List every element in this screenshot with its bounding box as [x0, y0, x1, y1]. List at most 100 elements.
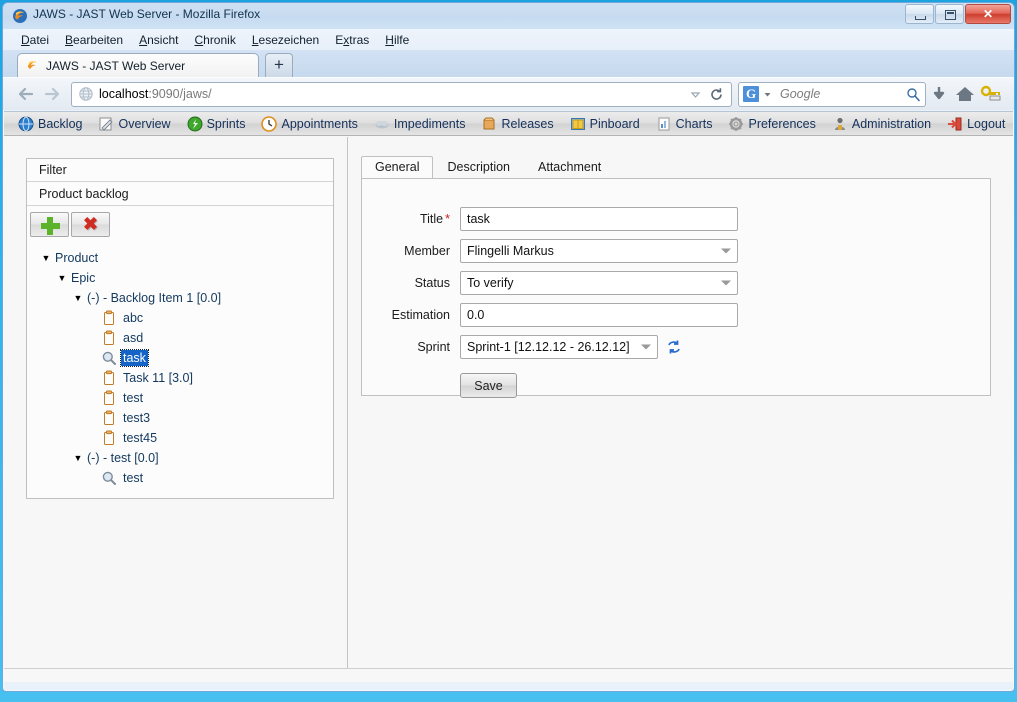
form-tabs: General Description Attachment [361, 155, 991, 178]
tree-node[interactable]: abc [33, 308, 333, 328]
downloads-button[interactable] [926, 82, 952, 106]
menu-bearbeiten[interactable]: Bearbeiten [57, 33, 131, 47]
dropdown-icon[interactable] [689, 88, 702, 101]
clipboard-icon [101, 430, 117, 446]
tab-attachment[interactable]: Attachment [524, 156, 615, 179]
tree-node-label: (-) - Backlog Item 1 [0.0] [85, 290, 223, 306]
content-bottom-border [4, 668, 1013, 669]
minimize-button[interactable] [905, 4, 934, 24]
nav-item-administration[interactable]: Administration [832, 116, 931, 132]
nav-item-sprints[interactable]: Sprints [187, 116, 246, 132]
title-bar: JAWS - JAST Web Server - Mozilla Firefox… [3, 3, 1014, 29]
tree-node-label: test45 [121, 430, 159, 446]
tree-node[interactable]: ▼Epic [33, 268, 333, 288]
expander-arrow-icon[interactable]: ▼ [71, 454, 85, 463]
content-columns: Filter Product backlog ✖ ▼Product▼Epic▼(… [4, 137, 1013, 682]
tree-node[interactable]: test45 [33, 428, 333, 448]
tree-node[interactable]: test [33, 468, 333, 488]
product-backlog-label: Product backlog [27, 182, 333, 206]
status-label: Status [362, 276, 450, 290]
menu-ansicht[interactable]: Ansicht [131, 33, 186, 47]
tree-node-label: Epic [69, 270, 97, 286]
search-engine-dropdown-icon[interactable] [763, 90, 772, 99]
tree-node[interactable]: ▼(-) - test [0.0] [33, 448, 333, 468]
tree-node[interactable]: test3 [33, 408, 333, 428]
title-input[interactable]: task [460, 207, 738, 231]
package-box-icon [481, 116, 497, 132]
globe-blue-icon [18, 116, 34, 132]
refresh-icon[interactable] [666, 339, 682, 355]
tree-node[interactable]: test [33, 388, 333, 408]
search-input[interactable]: Google [780, 87, 820, 101]
tree-node-label: task [121, 350, 148, 366]
nav-item-pinboard[interactable]: Pinboard [570, 116, 640, 132]
chevron-down-icon [721, 249, 731, 254]
reload-icon[interactable] [709, 87, 724, 102]
tree-node-label: (-) - test [0.0] [85, 450, 161, 466]
tab-description[interactable]: Description [433, 156, 524, 179]
add-item-button[interactable] [30, 212, 69, 237]
nav-item-overview[interactable]: Overview [98, 116, 170, 132]
tree-node[interactable]: task [33, 348, 333, 368]
nav-item-logout[interactable]: Logout [947, 116, 1005, 132]
nav-label-appointments: Appointments [281, 117, 357, 131]
expander-arrow-icon[interactable]: ▼ [39, 254, 53, 263]
nav-label-logout: Logout [967, 117, 1005, 131]
expander-arrow-icon[interactable]: ▼ [55, 274, 69, 283]
new-tab-button[interactable]: + [265, 53, 293, 77]
cloud-storm-icon [374, 116, 390, 132]
tree-node-label: Task 11 [3.0] [121, 370, 195, 386]
url-text: localhost:9090/jaws/ [99, 87, 212, 101]
nav-item-charts[interactable]: Charts [656, 116, 713, 132]
window-controls: ✕ [904, 4, 1011, 24]
forward-button[interactable] [39, 82, 65, 106]
search-bar[interactable]: G Google [738, 82, 926, 107]
url-bar-actions [689, 87, 727, 102]
tree-node[interactable]: ▼Product [33, 248, 333, 268]
nav-item-preferences[interactable]: Preferences [728, 116, 815, 132]
form-row-title: Title* task [362, 207, 990, 231]
delete-item-button[interactable]: ✖ [71, 212, 110, 237]
sprint-select[interactable]: Sprint-1 [12.12.12 - 26.12.12] [460, 335, 658, 359]
maximize-button[interactable] [935, 4, 964, 24]
status-select[interactable]: To verify [460, 271, 738, 295]
nav-item-appointments[interactable]: Appointments [261, 116, 357, 132]
tree-node[interactable]: Task 11 [3.0] [33, 368, 333, 388]
back-button[interactable] [13, 82, 39, 106]
navigation-toolbar: localhost:9090/jaws/ G Google [3, 77, 1014, 110]
key-button[interactable] [978, 82, 1004, 106]
nav-label-impediments: Impediments [394, 117, 466, 131]
magnifier-icon[interactable] [906, 87, 921, 102]
estimation-input[interactable]: 0.0 [460, 303, 738, 327]
globe-icon [78, 86, 94, 102]
nav-label-overview: Overview [118, 117, 170, 131]
green-runner-icon [187, 116, 203, 132]
sprint-value: Sprint-1 [12.12.12 - 26.12.12] [467, 340, 630, 354]
menu-chronik[interactable]: Chronik [186, 33, 243, 47]
expander-arrow-icon[interactable]: ▼ [71, 294, 85, 303]
url-bar[interactable]: localhost:9090/jaws/ [71, 82, 732, 107]
tree-node[interactable]: asd [33, 328, 333, 348]
estimation-label: Estimation [362, 308, 450, 322]
menu-lesezeichen[interactable]: Lesezeichen [244, 33, 327, 47]
nav-label-preferences: Preferences [748, 117, 815, 131]
tree-node-label: test3 [121, 410, 152, 426]
member-select[interactable]: Flingelli Markus [460, 239, 738, 263]
tab-general[interactable]: General [361, 156, 433, 179]
browser-tab-active[interactable]: JAWS - JAST Web Server [17, 53, 259, 77]
menu-hilfe[interactable]: Hilfe [377, 33, 417, 47]
close-button[interactable]: ✕ [965, 4, 1011, 24]
nav-item-impediments[interactable]: Impediments [374, 116, 466, 132]
app-navigation-bar: Backlog Overview Sprints [4, 112, 1013, 136]
home-button[interactable] [952, 82, 978, 106]
member-value: Flingelli Markus [467, 244, 554, 258]
tree-node[interactable]: ▼(-) - Backlog Item 1 [0.0] [33, 288, 333, 308]
status-value: To verify [467, 276, 514, 290]
nav-item-releases[interactable]: Releases [481, 116, 553, 132]
google-logo-icon: G [743, 86, 759, 102]
nav-item-backlog[interactable]: Backlog [18, 116, 82, 132]
menu-extras[interactable]: Extras [327, 33, 377, 47]
tree-node-label: Product [53, 250, 100, 266]
menu-datei[interactable]: Datei [13, 33, 57, 47]
save-button[interactable]: Save [460, 373, 517, 398]
